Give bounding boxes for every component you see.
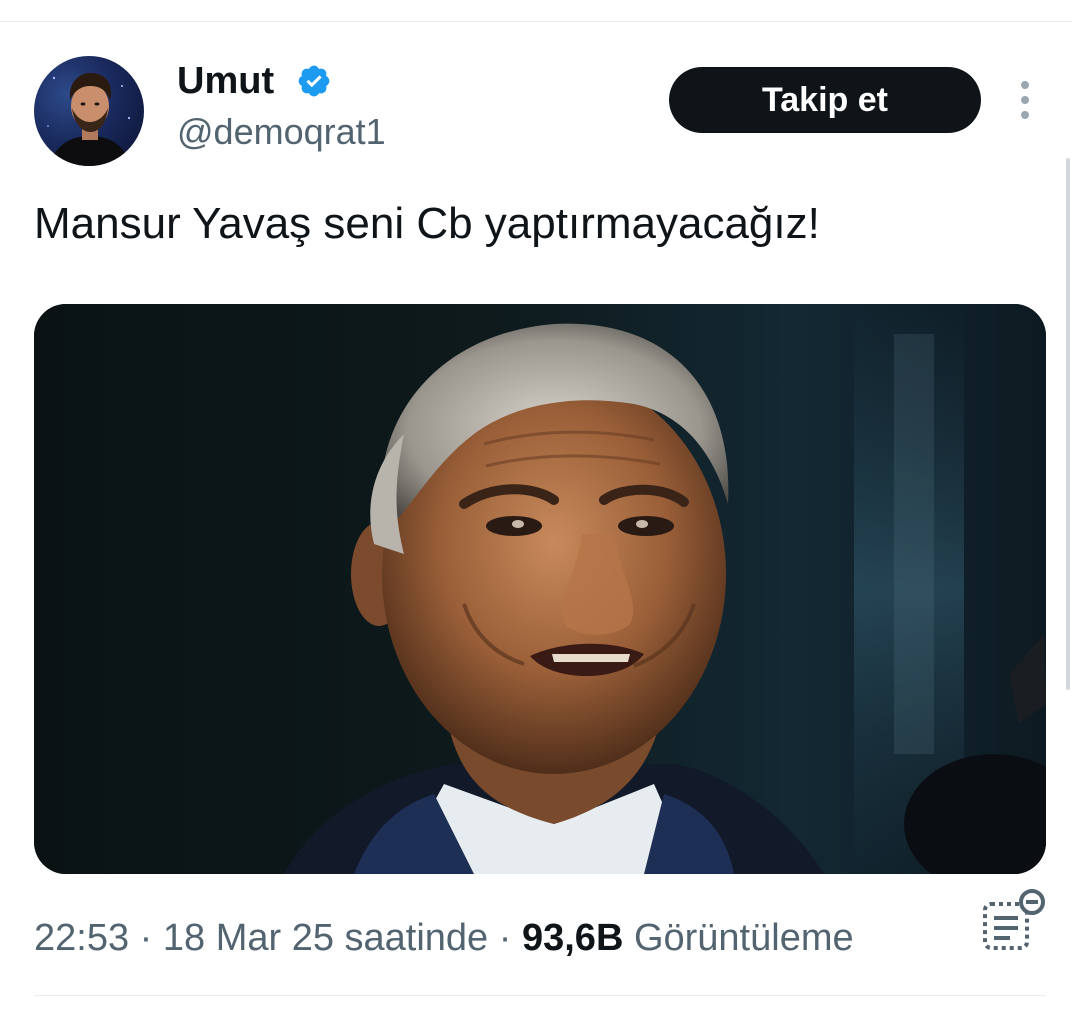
bottom-divider [34,995,1046,996]
avatar-image [47,72,131,166]
scrollbar[interactable] [1066,158,1070,690]
analytics-icon[interactable] [978,888,1048,958]
tweet-text: Mansur Yavaş seni Cb yaptırmayacağız! [34,199,820,248]
author-handle[interactable]: @demoqrat1 [177,110,386,154]
tweet-date[interactable]: 18 Mar 25 saatinde [163,917,488,959]
top-divider [0,21,1072,22]
verified-badge-icon [298,65,330,97]
author-display-name[interactable]: Umut [177,58,274,104]
views-count: 93,6B [521,917,624,959]
author-avatar[interactable] [34,56,144,166]
meta-separator: · [488,917,522,959]
tweet-time[interactable]: 22:53 [34,917,129,959]
tweet-media[interactable] [34,304,1046,874]
photo-of-man [34,304,1046,874]
meta-separator: · [129,917,163,959]
tweet-meta: 22:53 · 18 Mar 25 saatinde · 93,6B Görün… [34,914,854,962]
follow-button[interactable]: Takip et [669,67,981,133]
more-vertical-icon[interactable] [1006,78,1044,122]
views-label: Görüntüleme [623,917,854,959]
